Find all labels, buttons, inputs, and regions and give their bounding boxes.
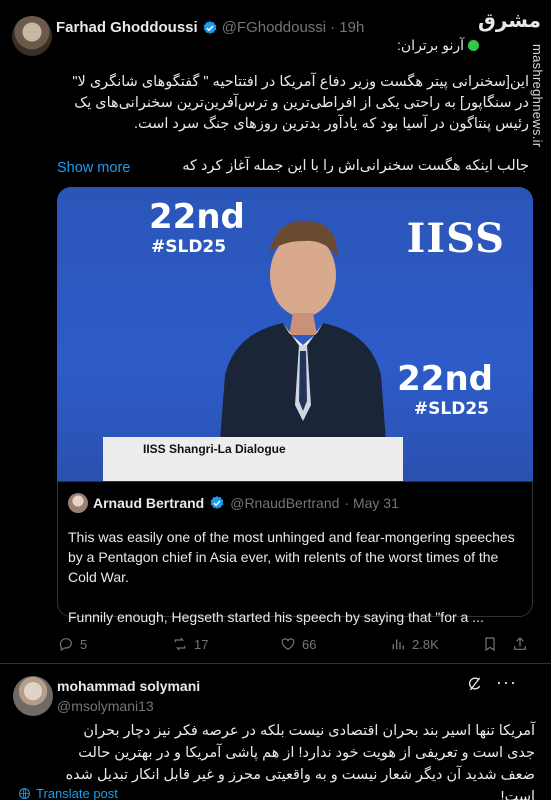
reply-author-handle[interactable]: @msolymani13 bbox=[57, 698, 200, 714]
more-options-icon[interactable]: ··· bbox=[496, 672, 517, 693]
reply-author-avatar[interactable] bbox=[13, 676, 53, 716]
translate-post-label: Translate post bbox=[36, 786, 118, 800]
grok-icon[interactable] bbox=[467, 676, 483, 692]
translate-post-link[interactable]: Translate post bbox=[18, 786, 118, 800]
reply-author-name[interactable]: mohammad solymani bbox=[57, 678, 200, 694]
reply-header: mohammad solymani @msolymani13 bbox=[57, 678, 200, 714]
reply-tweet[interactable]: mohammad solymani @msolymani13 ··· آمریک… bbox=[0, 0, 551, 800]
globe-icon bbox=[19, 788, 30, 799]
reply-text: آمریکا تنها اسیر بند بحران اقتصادی نیست … bbox=[65, 723, 535, 800]
